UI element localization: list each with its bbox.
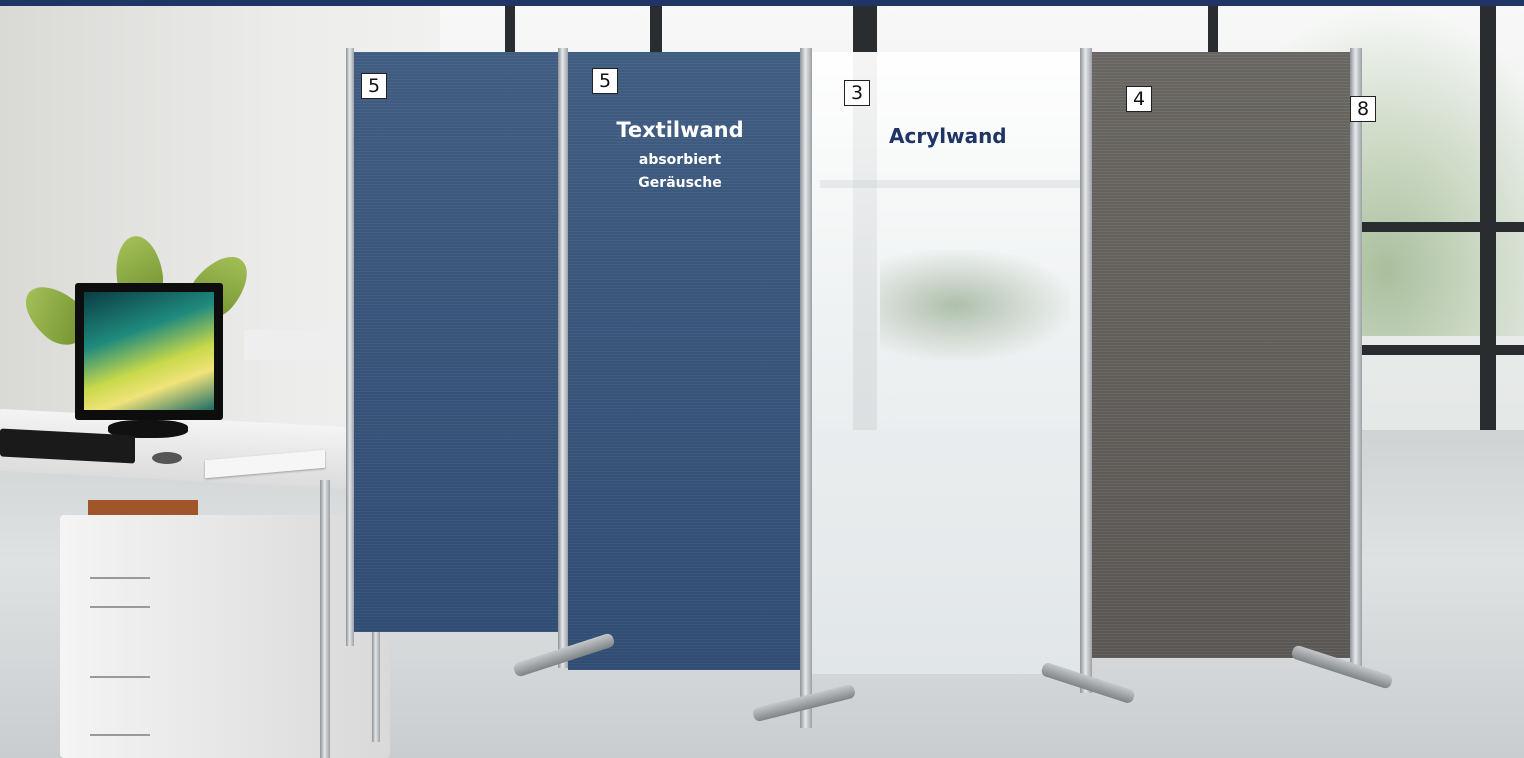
panel-post xyxy=(800,48,812,728)
drawer-cabinet xyxy=(60,515,390,758)
textile-panel-grey xyxy=(1092,52,1354,658)
window-transom xyxy=(1360,345,1524,355)
panel-post xyxy=(1350,48,1362,668)
panel-post xyxy=(346,48,354,646)
drawer-handle xyxy=(90,606,150,608)
drawer-handle xyxy=(90,734,150,736)
textile-subtitle-line1: absorbiert xyxy=(638,152,722,168)
drawer-handle xyxy=(90,577,150,579)
textile-panel-blue-left xyxy=(350,52,560,632)
panel-post xyxy=(1080,48,1092,693)
textile-panel-blue-right xyxy=(568,52,805,670)
panel-number-badge: 3 xyxy=(844,80,870,106)
desk-leg xyxy=(320,480,330,758)
panel-number-badge: 4 xyxy=(1126,86,1152,112)
rear-desk xyxy=(244,330,354,360)
panel-number-badge: 5 xyxy=(592,68,618,94)
acrylic-blurred-plant xyxy=(880,250,1070,360)
drawer-handle xyxy=(90,676,150,678)
panel-post xyxy=(558,48,568,668)
panel-number-badge: 5 xyxy=(361,73,387,99)
textile-subtitle-line2: Geräusche xyxy=(638,175,722,191)
panel-number-badge: 8 xyxy=(1350,96,1376,122)
office-scene: 5 5 3 4 8 Textilwand absorbiert Geräusch… xyxy=(0,0,1524,758)
acrylic-reflection xyxy=(820,180,1080,188)
textile-title: Textilwand xyxy=(616,118,744,142)
window-transom xyxy=(1360,222,1524,232)
monitor-screen xyxy=(84,292,214,410)
mouse xyxy=(152,452,182,464)
acrylic-title: Acrylwand xyxy=(889,124,1007,148)
